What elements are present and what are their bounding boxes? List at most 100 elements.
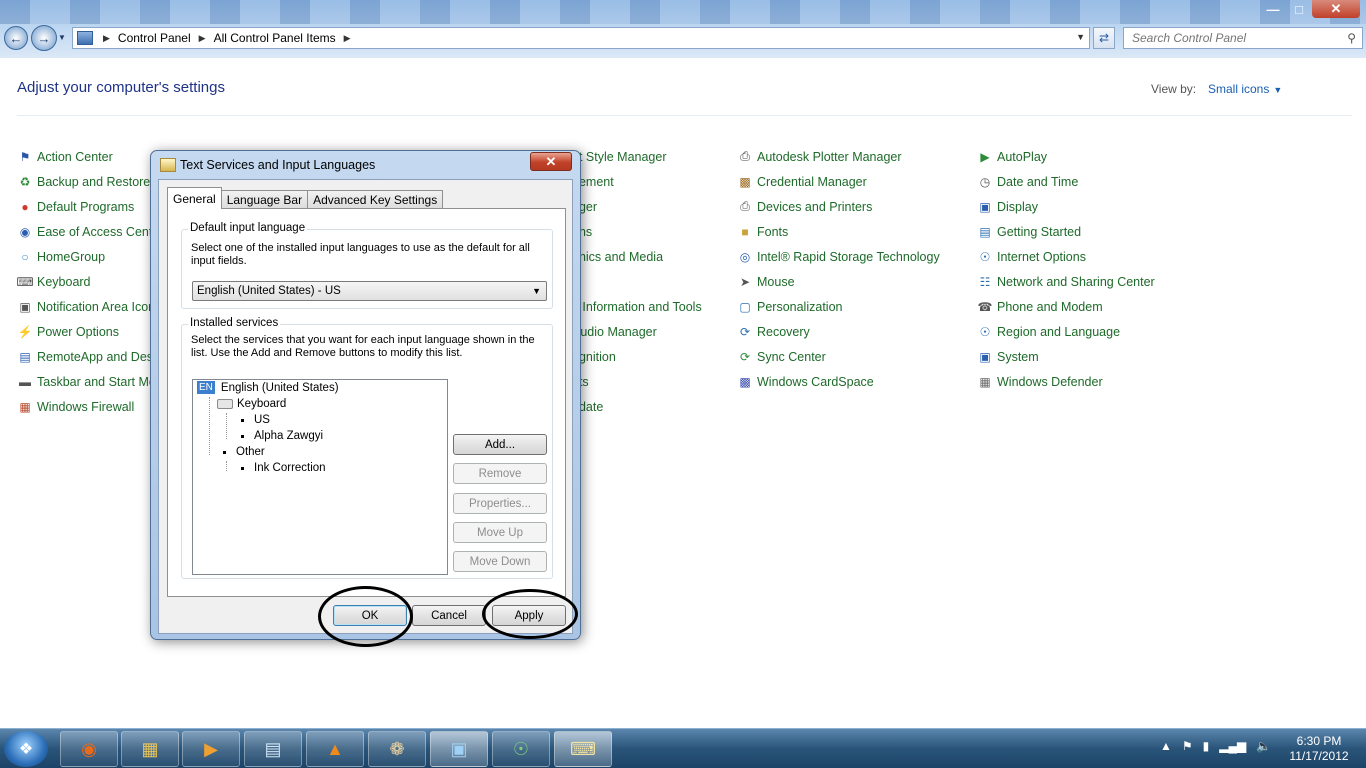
cp-item-recovery[interactable]: ⟳ Recovery [737, 319, 940, 344]
tree-node-language[interactable]: EN English (United States) [197, 381, 339, 394]
cp-item-label[interactable]: Region and Language [997, 325, 1120, 339]
view-by-value[interactable]: Small icons [1208, 82, 1269, 96]
cp-item-date-time[interactable]: ◷ Date and Time [977, 169, 1155, 194]
cp-item-label[interactable]: Phone and Modem [997, 300, 1103, 314]
cp-item-label[interactable]: e Information and Tools [572, 300, 702, 314]
cp-item-label[interactable]: Network and Sharing Center [997, 275, 1155, 289]
cp-item-windows-defender[interactable]: ▦ Windows Defender [977, 369, 1155, 394]
minimize-icon[interactable]: — [1260, 0, 1286, 18]
cp-item-col2[interactable] [572, 269, 702, 294]
cp-item-label[interactable]: Internet Options [997, 250, 1086, 264]
cp-item-label[interactable]: Date and Time [997, 175, 1078, 189]
cp-item-intel-rst[interactable]: ◎ Intel® Rapid Storage Technology [737, 244, 940, 269]
tab-general[interactable]: General [167, 187, 222, 209]
cp-item-col2[interactable]: gement [572, 169, 702, 194]
cp-item-getting-started[interactable]: ▤ Getting Started [977, 219, 1155, 244]
start-button[interactable]: ❖ [4, 731, 48, 767]
cp-item-label[interactable]: Personalization [757, 300, 842, 314]
firefox-taskbar-button[interactable]: ◉ [60, 731, 118, 767]
address-bar[interactable]: ▶ Control Panel ▶ All Control Panel Item… [72, 27, 1090, 49]
cp-item-col2[interactable]: ager [572, 194, 702, 219]
cp-item-display[interactable]: ▣ Display [977, 194, 1155, 219]
breadcrumb-all-items[interactable]: All Control Panel Items [214, 31, 336, 45]
address-dropdown-icon[interactable]: ▼ [1076, 32, 1085, 42]
cp-item-label[interactable]: Keyboard [37, 275, 91, 289]
cp-item-label[interactable]: Devices and Printers [757, 200, 872, 214]
internet-taskbar-button[interactable]: ☉ [492, 731, 550, 767]
close-window-button[interactable]: ✕ [1312, 0, 1360, 18]
cp-item-region-language[interactable]: ☉ Region and Language [977, 319, 1155, 344]
close-icon[interactable]: ✕ [530, 152, 572, 171]
search-input[interactable] [1124, 28, 1334, 48]
tab-language-bar[interactable]: Language Bar [220, 190, 309, 209]
cp-item-col2[interactable]: ot Style Manager [572, 144, 702, 169]
forward-button[interactable]: → [31, 25, 57, 51]
tree-node-other[interactable]: Other [223, 446, 265, 458]
cp-item-col2[interactable]: pdate [572, 394, 702, 419]
cp-item-label[interactable]: Default Programs [37, 200, 134, 214]
cp-item-col2[interactable]: ognition [572, 344, 702, 369]
tree-node-alpha-zawgyi[interactable]: Alpha Zawgyi [241, 430, 323, 442]
installed-services-tree[interactable]: EN English (United States) Keyboard US Al… [192, 379, 448, 575]
cp-item-col2[interactable]: nts [572, 369, 702, 394]
tree-node-keyboard[interactable]: Keyboard [217, 398, 286, 410]
refresh-button[interactable]: ⇄ [1093, 27, 1115, 49]
control-panel-taskbar-button[interactable]: ▣ [430, 731, 488, 767]
cp-item-label[interactable]: Fonts [757, 225, 788, 239]
cp-item-autoplay[interactable]: ▶ AutoPlay [977, 144, 1155, 169]
text-services-taskbar-button[interactable]: ⌨ [554, 731, 612, 767]
battery-icon[interactable]: ▮ [1203, 739, 1210, 753]
network-signal-icon[interactable]: ▂▄▆ [1219, 739, 1246, 753]
cp-item-label[interactable]: Ease of Access Center [37, 225, 163, 239]
recent-pages-dropdown[interactable]: ▼ [58, 33, 66, 42]
cp-item-label[interactable]: Audio Manager [572, 325, 657, 339]
cp-item-sync-center[interactable]: ⟳ Sync Center [737, 344, 940, 369]
cp-item-label[interactable]: Display [997, 200, 1038, 214]
cp-item-col2[interactable]: Audio Manager [572, 319, 702, 344]
cp-item-label[interactable]: Intel® Rapid Storage Technology [757, 250, 940, 264]
breadcrumb-chevron-icon[interactable]: ▶ [103, 33, 110, 44]
cp-item-autodesk-plotter[interactable]: ⎙ Autodesk Plotter Manager [737, 144, 940, 169]
show-hidden-icons-icon[interactable]: ▲ [1160, 739, 1172, 753]
cp-item-label[interactable]: Windows Defender [997, 375, 1103, 389]
volume-icon[interactable]: 🔈 [1256, 739, 1271, 753]
cp-item-label[interactable]: Backup and Restore [37, 175, 150, 189]
explorer-taskbar-button[interactable]: ▦ [121, 731, 179, 767]
cp-item-label[interactable]: Credential Manager [757, 175, 867, 189]
cp-item-personalization[interactable]: ▢ Personalization [737, 294, 940, 319]
vlc-taskbar-button[interactable]: ▲ [306, 731, 364, 767]
cp-item-col2[interactable]: ons [572, 219, 702, 244]
default-language-select[interactable]: English (United States) - US ▼ [192, 281, 547, 301]
add-button[interactable]: Add... [453, 434, 547, 455]
cp-item-internet-options[interactable]: ☉ Internet Options [977, 244, 1155, 269]
view-by-dropdown[interactable]: Small icons ▼ [1208, 82, 1282, 96]
paint-taskbar-button[interactable]: ❁ [368, 731, 426, 767]
cp-item-label[interactable]: Recovery [757, 325, 810, 339]
cp-item-label[interactable]: Windows CardSpace [757, 375, 874, 389]
cp-item-label[interactable]: Windows Firewall [37, 400, 134, 414]
cp-item-label[interactable]: Action Center [37, 150, 113, 164]
cp-item-cardspace[interactable]: ▩ Windows CardSpace [737, 369, 940, 394]
tab-advanced-key-settings[interactable]: Advanced Key Settings [307, 190, 444, 209]
cp-item-label[interactable]: Autodesk Plotter Manager [757, 150, 902, 164]
cp-item-label[interactable]: Power Options [37, 325, 119, 339]
cp-item-network-sharing[interactable]: ☷ Network and Sharing Center [977, 269, 1155, 294]
search-icon[interactable]: ⚲ [1347, 31, 1356, 45]
breadcrumb-chevron-icon[interactable]: ▶ [199, 33, 206, 44]
cp-item-label[interactable]: Notification Area Icons [37, 300, 161, 314]
cp-item-label[interactable]: System [997, 350, 1039, 364]
maximize-icon[interactable]: □ [1286, 0, 1312, 18]
cp-item-label[interactable]: Sync Center [757, 350, 826, 364]
tree-node-us[interactable]: US [241, 414, 270, 426]
taskbar-clock[interactable]: 6:30 PM 11/17/2012 [1283, 734, 1355, 764]
cp-item-fonts[interactable]: ■ Fonts [737, 219, 940, 244]
cp-item-label[interactable]: phics and Media [572, 250, 663, 264]
cp-item-label[interactable]: ot Style Manager [572, 150, 667, 164]
cp-item-devices-printers[interactable]: ⎙ Devices and Printers [737, 194, 940, 219]
search-box[interactable]: ⚲ [1123, 27, 1363, 49]
breadcrumb-chevron-icon[interactable]: ▶ [344, 33, 351, 44]
back-button[interactable]: ← [4, 26, 28, 50]
media-player-taskbar-button[interactable]: ▶ [182, 731, 240, 767]
action-center-flag-icon[interactable]: ⚑ [1182, 739, 1193, 753]
cp-item-col2[interactable]: e Information and Tools [572, 294, 702, 319]
